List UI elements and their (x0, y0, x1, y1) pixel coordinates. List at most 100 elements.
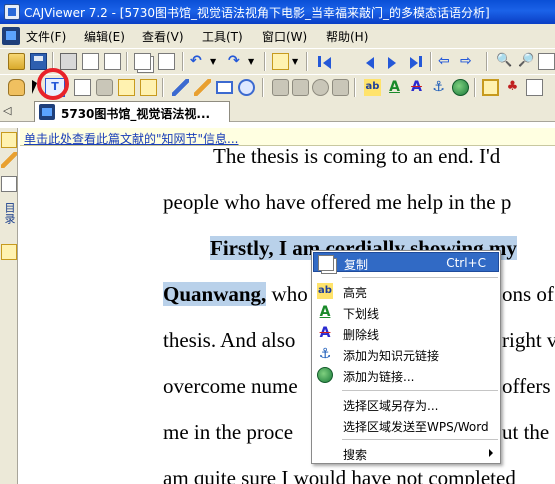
toolbar-separator (262, 78, 264, 97)
highlight-text-icon[interactable]: ab (364, 79, 381, 96)
document-line: right v (502, 328, 555, 352)
next-page-icon[interactable] (388, 57, 396, 69)
document-line: me in the proce (163, 420, 294, 444)
menu-item-send-to-wps[interactable]: 选择区域发送至WPS/Word (313, 415, 499, 435)
open-folder-icon[interactable] (8, 53, 25, 70)
first-page-icon[interactable] (323, 57, 331, 69)
menu-item-knowledge-link[interactable]: ⚓ 添加为知识元链接 (313, 344, 499, 364)
undo-dropdown-icon[interactable]: ▼ (210, 53, 227, 70)
menu-item-underline[interactable]: A 下划线 (313, 302, 499, 322)
underline-icon: A (319, 304, 331, 320)
sticky-note-icon[interactable] (140, 79, 157, 96)
document-line: The thesis is coming to an end. I'd (213, 144, 501, 168)
zoom-icon[interactable]: 🔍 (496, 53, 513, 70)
menu-tools[interactable]: 工具(T) (202, 28, 243, 45)
menu-item-save-region[interactable]: 选择区域另存为... (313, 394, 499, 414)
copy-shortcut: Ctrl+C (446, 256, 486, 270)
toolbar-separator (486, 52, 488, 71)
settings-icon[interactable] (312, 79, 329, 96)
pen-icon[interactable] (172, 79, 189, 96)
eraser-icon[interactable] (272, 79, 289, 96)
menu-separator (342, 439, 498, 440)
redo-dropdown-icon[interactable]: ▼ (248, 53, 265, 70)
menu-file[interactable]: 文件(F) (26, 28, 66, 45)
save-icon[interactable] (30, 53, 47, 70)
page-setup-icon[interactable] (104, 53, 121, 70)
sidebar-annotation-icon[interactable] (1, 244, 17, 260)
paste-icon[interactable] (158, 53, 175, 70)
highlight-icon: ab (317, 283, 333, 299)
strikethrough-text-icon[interactable]: A (408, 79, 425, 96)
hand-tool-icon[interactable] (8, 79, 25, 96)
menu-edit[interactable]: 编辑(E) (84, 28, 125, 45)
undo-icon[interactable]: ↶ (190, 53, 207, 70)
copy-icon[interactable] (134, 53, 151, 70)
stamp-icon[interactable] (292, 79, 309, 96)
toolbar-separator (354, 78, 356, 97)
document-line: Quanwang, who (163, 282, 308, 306)
toolbar-separator (306, 52, 308, 71)
print-icon[interactable] (60, 53, 77, 70)
image-select-icon[interactable] (74, 79, 91, 96)
annotation-toggle-icon[interactable] (482, 79, 499, 96)
rectangle-icon[interactable] (216, 81, 233, 94)
fit-page-icon[interactable] (538, 53, 555, 70)
menu-item-search[interactable]: 搜索 (313, 443, 499, 463)
document-line: overcome nume (163, 374, 298, 398)
find-icon[interactable]: 🔎 (518, 53, 535, 70)
window-title: CAJViewer 7.2 - [5730图书馆_视觉语法视角下电影_当幸福来敲… (24, 6, 490, 20)
copy-icon (318, 255, 334, 271)
last-page-bar-icon[interactable] (419, 56, 422, 67)
menu-item-add-link[interactable]: 添加为链接... (313, 365, 499, 385)
last-page-icon[interactable] (410, 57, 418, 69)
document-line: ons of (502, 282, 554, 306)
underline-text-icon[interactable]: A (386, 79, 403, 96)
properties-icon[interactable] (526, 79, 543, 96)
strikethrough-icon: A (319, 325, 331, 341)
print-preview-icon[interactable] (82, 53, 99, 70)
app-icon (4, 4, 20, 20)
pencil-icon[interactable] (194, 79, 211, 96)
infobar-link[interactable]: 单击此处查看此篇文献的"知网节"信息... (24, 130, 238, 147)
snapshot-icon[interactable] (96, 79, 113, 96)
add-link-icon[interactable] (452, 79, 469, 96)
sidebar-note-icon[interactable] (1, 132, 17, 148)
ellipse-icon[interactable] (238, 79, 255, 96)
toolbar-separator (264, 52, 266, 71)
sidebar-pencil-icon[interactable] (1, 152, 17, 168)
document-line: thesis. And also (163, 328, 296, 352)
menu-window[interactable]: 窗口(W) (262, 28, 307, 45)
tab-document[interactable]: 5730图书馆_视觉语法视... (34, 101, 230, 122)
previous-page-icon[interactable] (366, 57, 374, 69)
ocr-icon[interactable] (118, 79, 135, 96)
annotation-list-icon[interactable] (272, 53, 289, 70)
title-bar: CAJViewer 7.2 - [5730图书馆_视觉语法视角下电影_当幸福来敲… (0, 0, 555, 24)
toolbar-separator (430, 52, 432, 71)
globe-link-icon (317, 367, 333, 383)
menu-item-copy[interactable]: 复制 Ctrl+C (313, 252, 499, 272)
selected-text: Quanwang, (163, 282, 267, 306)
redo-icon[interactable]: ↷ (228, 53, 245, 70)
menu-separator (342, 277, 498, 278)
first-page-bar-icon[interactable] (318, 56, 321, 67)
menu-view[interactable]: 查看(V) (142, 28, 184, 45)
menu-item-highlight[interactable]: ab 高亮 (313, 281, 499, 301)
menu-separator (342, 390, 498, 391)
tab-scroll-left-icon[interactable]: ◁ (3, 104, 11, 117)
document-line: people who have offered me help in the p (163, 190, 512, 214)
audio-icon[interactable] (332, 79, 349, 96)
bookmark-icon[interactable]: ♣ (504, 79, 521, 96)
sidebar-thumbnail-icon[interactable] (1, 176, 17, 192)
submenu-arrow-icon (489, 449, 493, 457)
toolbar-separator (182, 52, 184, 71)
menu-help[interactable]: 帮助(H) (326, 28, 368, 45)
toolbar-separator (126, 52, 128, 71)
menu-bar: 文件(F) 编辑(E) 查看(V) 工具(T) 窗口(W) 帮助(H) (0, 24, 555, 48)
back-icon[interactable]: ⇦ (438, 53, 455, 70)
document-line: ut the (502, 420, 550, 444)
sidebar-toc-tab[interactable]: 目录 (2, 202, 16, 224)
forward-icon[interactable]: ⇨ (460, 53, 477, 70)
menu-item-strikethrough[interactable]: A 删除线 (313, 323, 499, 343)
toolbar-separator (162, 78, 164, 97)
knowledge-link-icon[interactable]: ⚓ (430, 79, 447, 96)
